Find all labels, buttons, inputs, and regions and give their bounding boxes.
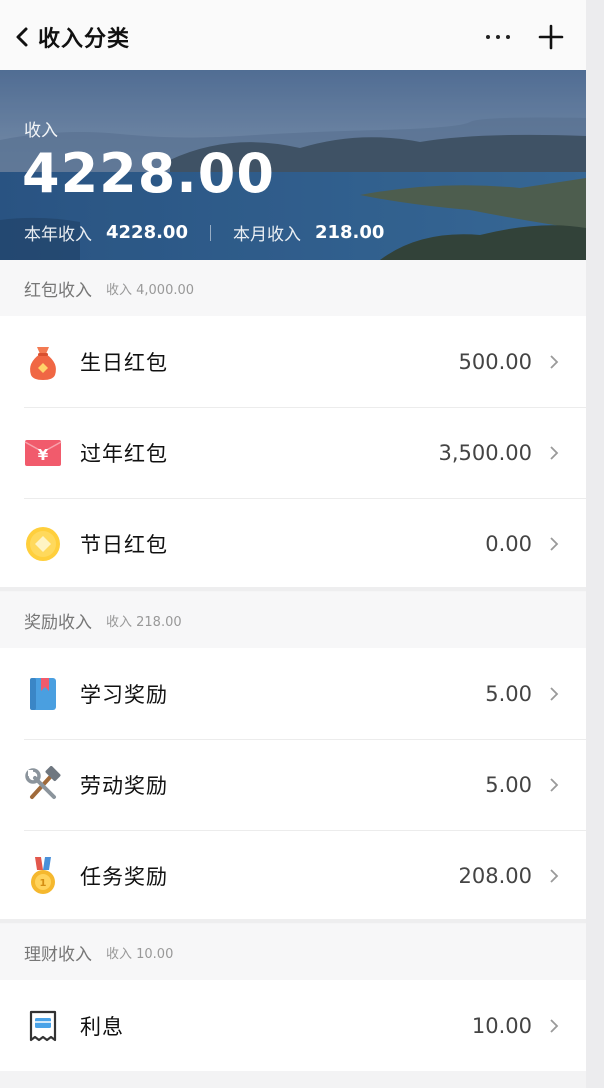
chevron-right-icon [550,445,559,460]
chevron-right-icon [550,536,559,551]
year-income-label: 本年收入 [24,225,92,245]
more-dots-icon[interactable] [480,22,516,52]
section-title: 红包收入 [24,280,92,301]
section-header: 理财收入 收入 10.00 [0,924,586,980]
edge-strip [586,0,604,1088]
gold-coin-icon [24,525,62,563]
income-label: 收入 [24,121,58,141]
plus-icon[interactable] [534,20,568,54]
back-button[interactable]: 收入分类 [14,20,130,54]
section-divider [0,919,586,923]
list-item-labor-reward[interactable]: 劳动奖励 5.00 [0,739,586,830]
list-item-new-year-red-packet[interactable]: ¥ 过年红包 3,500.00 [0,407,586,498]
item-value: 0.00 [485,531,532,556]
red-envelope-yen-icon: ¥ [24,434,62,472]
section-title: 奖励收入 [24,612,92,633]
item-value: 10.00 [471,1013,532,1038]
section-header: 奖励收入 收入 218.00 [0,592,586,648]
section-title: 理财收入 [24,944,92,965]
section-rewards: 奖励收入 收入 218.00 学习奖励 5.00 劳动奖励 5.00 1 任务奖… [0,592,586,921]
money-bag-icon [24,343,62,381]
chevron-right-icon [550,686,559,701]
section-subtotal: 收入 4,000.00 [106,282,195,298]
list-item-holiday-red-packet[interactable]: 节日红包 0.00 [0,498,586,589]
top-bar: 收入分类 [0,0,586,70]
chevron-right-icon [550,354,559,369]
medal-icon: 1 [24,856,62,895]
item-value: 208.00 [458,863,532,888]
list-item-task-reward[interactable]: 1 任务奖励 208.00 [0,830,586,921]
section-subtotal: 收入 10.00 [106,946,174,962]
item-label: 任务奖励 [80,864,168,889]
bottom-spacer [0,1071,586,1088]
month-income-value: 218.00 [314,222,385,243]
item-value: 5.00 [485,681,532,706]
list-item-study-reward[interactable]: 学习奖励 5.00 [0,648,586,739]
book-icon [24,675,62,713]
income-summary-banner: 收入 4228.00 本年收入 4228.00 本月收入 218.00 [0,70,586,260]
chevron-right-icon [550,1018,559,1033]
divider [209,224,211,241]
list-item-birthday-red-packet[interactable]: 生日红包 500.00 [0,316,586,407]
total-income-amount: 4228.00 [22,142,275,205]
section-header: 红包收入 收入 4,000.00 [0,260,586,316]
item-label: 学习奖励 [80,682,168,707]
item-label: 过年红包 [80,441,168,466]
item-value: 500.00 [458,349,532,374]
item-label: 节日红包 [80,532,168,557]
svg-text:1: 1 [40,878,47,889]
item-value: 5.00 [485,772,532,797]
chevron-right-icon [550,868,559,883]
item-label: 劳动奖励 [80,773,168,798]
page-title: 收入分类 [38,27,131,52]
income-stats: 本年收入 4228.00 本月收入 218.00 [24,220,384,245]
chevron-left-icon [16,27,28,47]
list-item-interest[interactable]: 利息 10.00 [0,980,586,1071]
section-subtotal: 收入 218.00 [106,614,182,630]
item-value: 3,500.00 [438,440,532,465]
chevron-right-icon [550,777,559,792]
hammer-wrench-icon [24,765,62,804]
section-investment: 理财收入 收入 10.00 利息 10.00 [0,924,586,1071]
svg-text:¥: ¥ [38,446,49,464]
item-label: 利息 [80,1014,124,1039]
month-income-label: 本月收入 [232,225,301,245]
year-income-value: 4228.00 [106,222,188,243]
section-red-packet: 红包收入 收入 4,000.00 生日红包 500.00 ¥ 过年红包 3,50… [0,260,586,589]
section-divider [0,587,586,591]
receipt-card-icon [24,1007,62,1045]
item-label: 生日红包 [80,350,168,375]
income-category-page: 收入分类 收入 4228.00 本年收入 4228.00 本月收入 218.00… [0,0,586,1088]
